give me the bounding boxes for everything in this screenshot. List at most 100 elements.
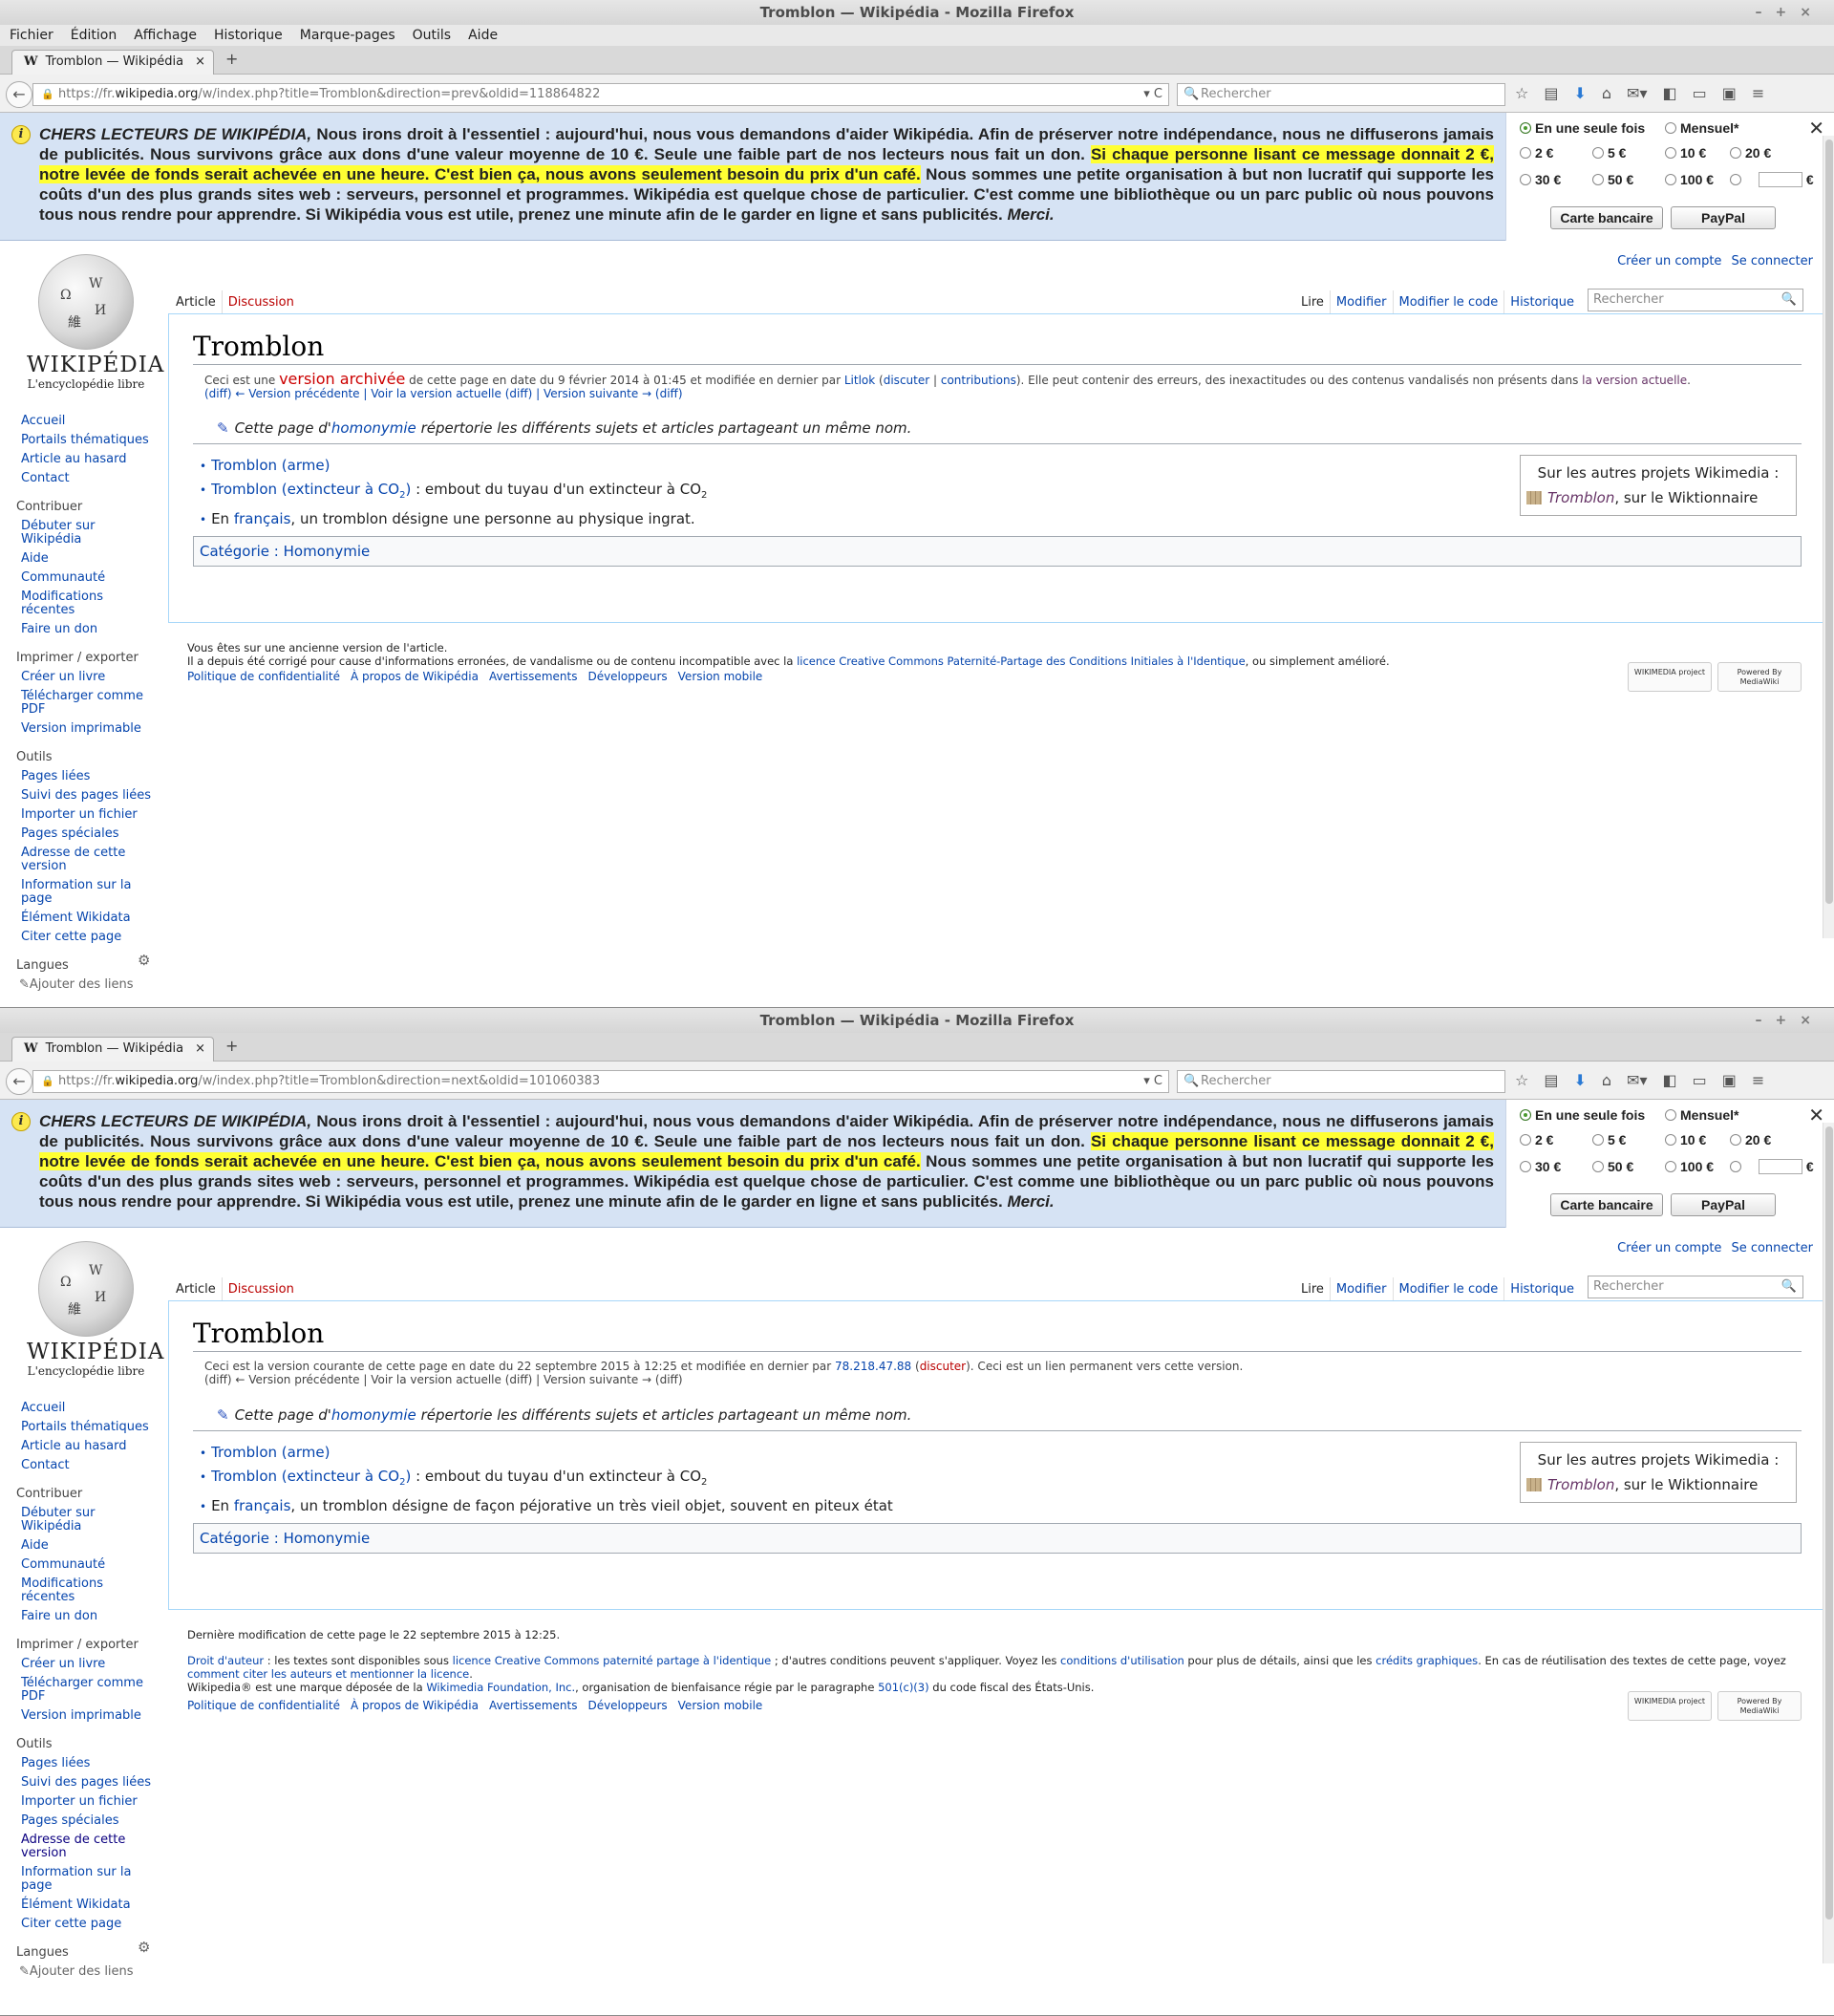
sidebar-item-portails[interactable]: Portails thématiques	[21, 434, 155, 447]
francais-link[interactable]: français	[234, 1497, 291, 1514]
sidebar-item-pdf[interactable]: Télécharger comme PDF	[21, 690, 155, 717]
copyright-link[interactable]: Droit d'auteur	[187, 1654, 264, 1667]
sidebar-item-information[interactable]: Information sur la page	[21, 879, 155, 906]
tab-article[interactable]: Article	[170, 290, 222, 314]
scrollbar-thumb[interactable]	[1825, 139, 1833, 904]
developers-link[interactable]: Développeurs	[587, 1699, 667, 1712]
menu-marque-pages[interactable]: Marque-pages	[300, 25, 395, 46]
sidebar-item-pages-liees[interactable]: Pages liées	[21, 1757, 155, 1770]
other-amount-input[interactable]	[1759, 172, 1802, 187]
terms-link[interactable]: conditions d'utilisation	[1060, 1654, 1184, 1667]
sidebar-item-livre[interactable]: Créer un livre	[21, 671, 155, 684]
user-link[interactable]: 78.218.47.88	[835, 1360, 911, 1373]
sidebar-item-information[interactable]: Information sur la page	[21, 1866, 155, 1893]
revision-nav-links[interactable]: (diff) ← Version précédente | Voir la ve…	[204, 1373, 683, 1386]
sidebar-item-wikidata[interactable]: Élément Wikidata	[21, 1898, 155, 1912]
menu-outils[interactable]: Outils	[413, 25, 451, 46]
sidebar-item-livre[interactable]: Créer un livre	[21, 1658, 155, 1671]
back-icon[interactable]: ←	[6, 1068, 32, 1095]
wikipedia-logo[interactable]: Ω WИ維 WIKIPÉDIA L'encyclopédie libre	[27, 254, 163, 391]
radio-20[interactable]: 20 €	[1730, 145, 1771, 161]
card-button[interactable]: Carte bancaire	[1550, 1193, 1663, 1216]
close-tab-icon[interactable]: ×	[195, 51, 205, 74]
radio-2[interactable]: 2 €	[1520, 145, 1553, 161]
cite-authors-link[interactable]: comment citer les auteurs et mentionner …	[187, 1667, 469, 1681]
sidebar-item-imprimable[interactable]: Version imprimable	[21, 1709, 155, 1723]
back-icon[interactable]: ←	[6, 81, 32, 108]
card-button[interactable]: Carte bancaire	[1550, 206, 1663, 229]
download-icon[interactable]: ⬇	[1573, 1071, 1586, 1089]
window-controls[interactable]: –+×	[1756, 1008, 1824, 1033]
sync-icon[interactable]: ▭	[1693, 84, 1707, 102]
sidebar-item-hasard[interactable]: Article au hasard	[21, 453, 155, 466]
scrollbar[interactable]	[1823, 1123, 1834, 1963]
sidebar-item-importer[interactable]: Importer un fichier	[21, 808, 155, 822]
url-bar[interactable]: 🔒 https://fr.wikipedia.org/w/index.php?ti…	[32, 83, 1169, 106]
menu-affichage[interactable]: Affichage	[134, 25, 197, 46]
sync-icon[interactable]: ▭	[1693, 1071, 1707, 1089]
tab-modifier-code[interactable]: Modifier le code	[1392, 1277, 1504, 1300]
wiktionary-link[interactable]: Tromblon	[1547, 489, 1614, 506]
reading-list-icon[interactable]: ▤	[1544, 1071, 1558, 1089]
radio-once[interactable]: En une seule fois	[1520, 120, 1645, 136]
hamburger-menu-icon[interactable]: ≡	[1752, 1071, 1764, 1089]
gear-icon[interactable]: ⚙	[138, 1941, 150, 1955]
tab-historique[interactable]: Historique	[1503, 1277, 1580, 1300]
home-icon[interactable]: ⌂	[1602, 84, 1611, 102]
addon-icon[interactable]: ✉▾	[1627, 84, 1647, 102]
sidebar-item-imprimable[interactable]: Version imprimable	[21, 722, 155, 736]
other-amount-input[interactable]	[1759, 1159, 1802, 1174]
reading-list-icon[interactable]: ▤	[1544, 84, 1558, 102]
francais-link[interactable]: français	[234, 510, 291, 527]
sidebar-item-suivi[interactable]: Suivi des pages liées	[21, 789, 155, 803]
license-link[interactable]: licence Creative Commons Paternité-Parta…	[797, 654, 1246, 668]
browser-search-input[interactable]: 🔍 Rechercher	[1177, 83, 1505, 106]
addon-icon[interactable]: ✉▾	[1627, 1071, 1647, 1089]
about-link[interactable]: À propos de Wikipédia	[351, 670, 479, 683]
gear-icon[interactable]: ⚙	[138, 954, 150, 968]
radio-50[interactable]: 50 €	[1592, 172, 1633, 187]
reload-icon[interactable]: ▾ C	[1143, 1071, 1162, 1092]
sidebar-item-importer[interactable]: Importer un fichier	[21, 1795, 155, 1809]
scrollbar[interactable]	[1823, 136, 1834, 938]
radio-monthly[interactable]: Mensuel*	[1665, 1107, 1738, 1123]
sidebar-item-don[interactable]: Faire un don	[21, 1610, 155, 1623]
developers-link[interactable]: Développeurs	[587, 670, 667, 683]
paypal-button[interactable]: PayPal	[1671, 206, 1776, 229]
sidebar-item-adresse[interactable]: Adresse de cette version	[21, 1834, 155, 1860]
credits-link[interactable]: crédits graphiques	[1376, 1654, 1478, 1667]
sidebar-item-contact[interactable]: Contact	[21, 1459, 155, 1472]
radio-2[interactable]: 2 €	[1520, 1132, 1553, 1147]
reload-icon[interactable]: ▾ C	[1143, 84, 1162, 105]
create-account-link[interactable]: Créer un compte	[1617, 1241, 1721, 1255]
sidebar-item-pdf[interactable]: Télécharger comme PDF	[21, 1677, 155, 1704]
user-link[interactable]: Litlok	[844, 374, 875, 387]
sidebar-item-debuter[interactable]: Débuter sur Wikipédia	[21, 1507, 155, 1533]
sidebar-item-aide[interactable]: Aide	[21, 1539, 155, 1553]
login-link[interactable]: Se connecter	[1731, 254, 1813, 268]
menu-aide[interactable]: Aide	[468, 25, 498, 46]
search-icon[interactable]: 🔍	[1781, 290, 1797, 311]
browser-search-input[interactable]: 🔍 Rechercher	[1177, 1070, 1505, 1093]
current-version-link[interactable]: la version actuelle	[1582, 374, 1687, 387]
radio-100[interactable]: 100 €	[1665, 172, 1714, 187]
contributions-link[interactable]: contributions	[941, 374, 1016, 387]
tab-lire[interactable]: Lire	[1295, 1277, 1330, 1300]
mediawiki-badge[interactable]: Powered By MediaWiki	[1717, 1691, 1802, 1721]
radio-10[interactable]: 10 €	[1665, 1132, 1706, 1147]
screenshot-icon[interactable]: ▣	[1722, 1071, 1737, 1089]
sidebar-item-modifications[interactable]: Modifications récentes	[21, 1577, 155, 1604]
sidebar-item-modifications[interactable]: Modifications récentes	[21, 590, 155, 617]
mobile-link[interactable]: Version mobile	[678, 1699, 763, 1712]
radio-20[interactable]: 20 €	[1730, 1132, 1771, 1147]
search-icon[interactable]: 🔍	[1781, 1276, 1797, 1298]
radio-other[interactable]: €	[1730, 1159, 1814, 1174]
tab-lire[interactable]: Lire	[1295, 290, 1330, 313]
wiki-search-input[interactable]: Rechercher 🔍	[1588, 289, 1803, 311]
sidebar-item-don[interactable]: Faire un don	[21, 623, 155, 636]
revision-nav-links[interactable]: (diff) ← Version précédente | Voir la ve…	[204, 387, 683, 400]
wikipedia-logo[interactable]: Ω WИ維 WIKIPÉDIA L'encyclopédie libre	[27, 1241, 163, 1378]
pocket-icon[interactable]: ◧	[1662, 1071, 1676, 1089]
tab-article[interactable]: Article	[170, 1277, 222, 1301]
category-homonymie-link[interactable]: Homonymie	[284, 543, 371, 560]
